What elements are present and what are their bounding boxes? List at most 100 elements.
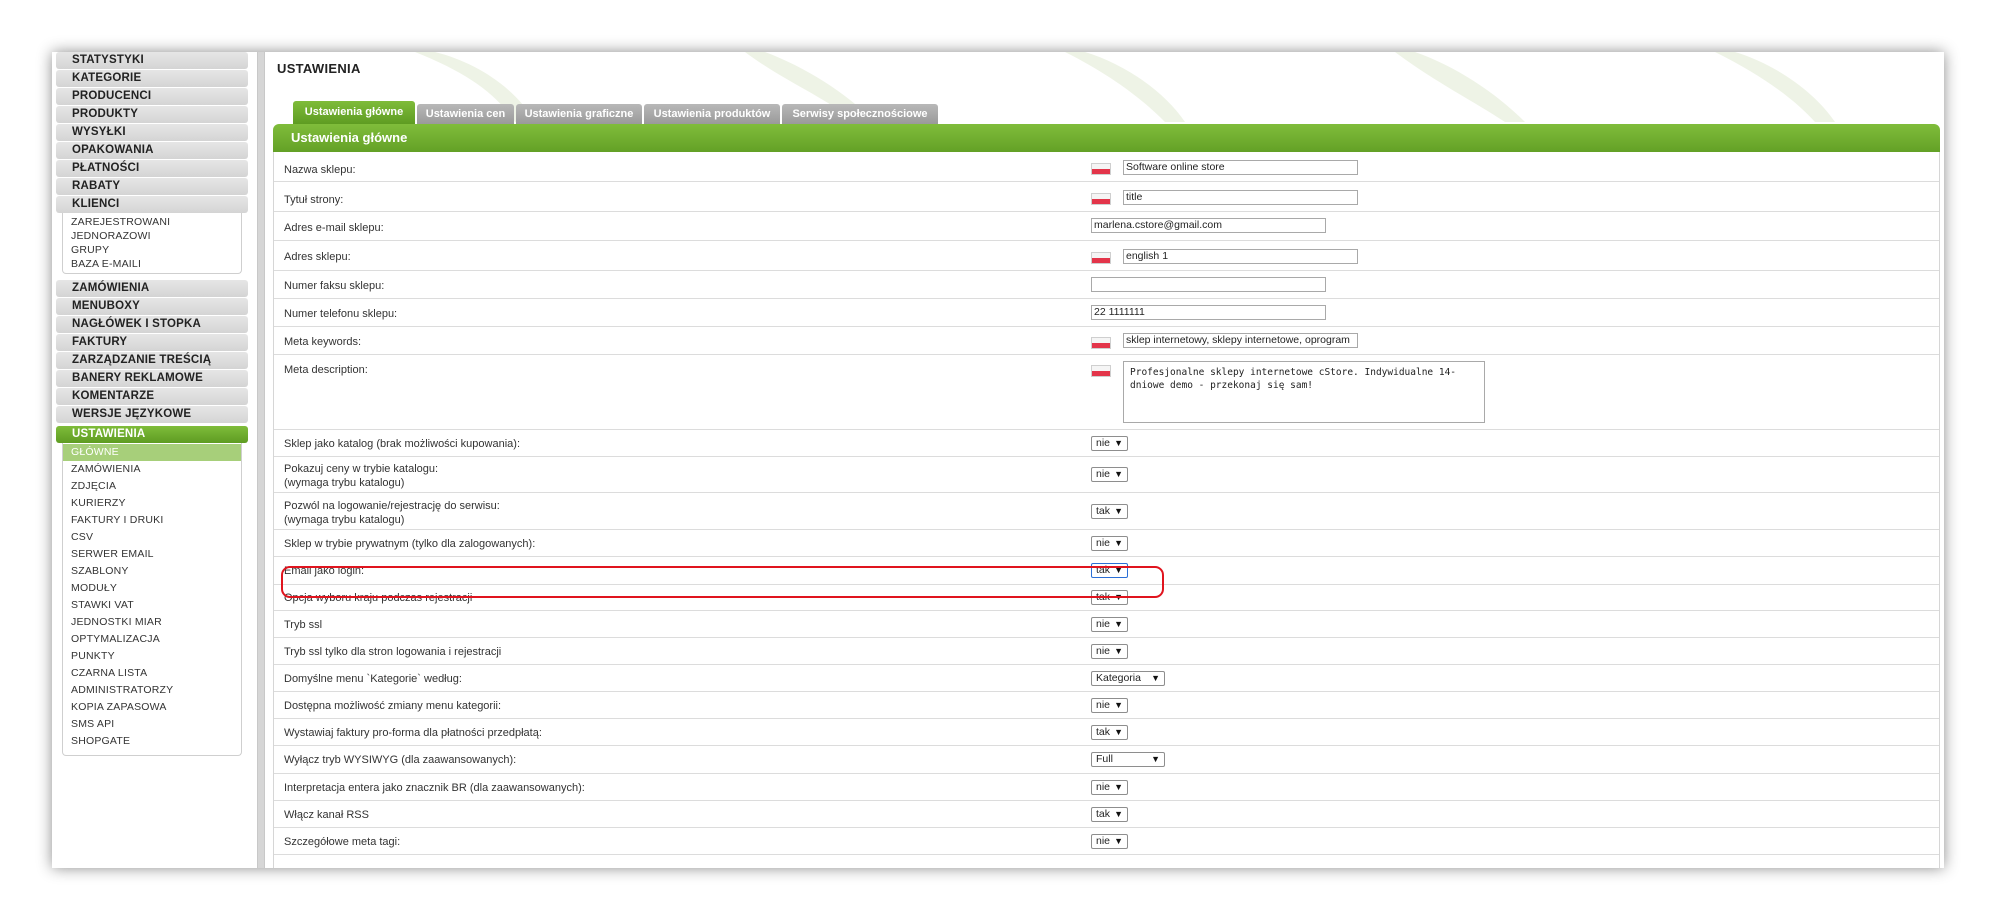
setting-row-shop-name: Nazwa sklepu: Software online store bbox=[274, 152, 1939, 182]
tab-ustawienia-produktow[interactable]: Ustawienia produktów bbox=[644, 104, 780, 124]
sidebar-section-komentarze[interactable]: KOMENTARZE bbox=[56, 388, 248, 405]
setting-row-meta-description: Meta description: Profesjonalne sklepy i… bbox=[274, 355, 1939, 430]
app-window: STATYSTYKI KATEGORIE PRODUCENCI PRODUKTY… bbox=[52, 52, 1944, 868]
ssl-select[interactable]: nie ▼ bbox=[1091, 617, 1128, 632]
chevron-down-icon: ▼ bbox=[1114, 836, 1123, 846]
sidebar-item-stawki-vat[interactable]: STAWKI VAT bbox=[63, 597, 241, 614]
sidebar-section-opakowania[interactable]: OPAKOWANIA bbox=[56, 142, 248, 159]
sidebar-section-kategorie[interactable]: KATEGORIE bbox=[56, 70, 248, 87]
setting-label: Tryb ssl bbox=[284, 619, 323, 631]
sidebar-item-zdjecia[interactable]: ZDJĘCIA bbox=[63, 478, 241, 495]
ssl-login-only-select[interactable]: nie ▼ bbox=[1091, 644, 1128, 659]
country-choice-select[interactable]: tak ▼ bbox=[1091, 590, 1128, 605]
sidebar-item-zarejestrowani[interactable]: ZAREJESTROWANI bbox=[63, 215, 241, 229]
tab-ustawienia-cen[interactable]: Ustawienia cen bbox=[417, 104, 514, 124]
setting-row-rss: Włącz kanał RSS tak ▼ bbox=[274, 801, 1939, 828]
select-value: nie bbox=[1096, 835, 1111, 847]
setting-row-default-menu: Domyślne menu `Kategorie` według: Katego… bbox=[274, 665, 1939, 692]
sidebar-item-shopgate[interactable]: SHOPGATE bbox=[63, 733, 241, 750]
catalog-prices-select[interactable]: nie ▼ bbox=[1091, 467, 1128, 482]
select-value: nie bbox=[1096, 537, 1111, 549]
sidebar-item-punkty[interactable]: PUNKTY bbox=[63, 648, 241, 665]
select-value: nie bbox=[1096, 468, 1111, 480]
default-menu-select[interactable]: Kategoria ▼ bbox=[1091, 671, 1165, 686]
sidebar-section-platnosci[interactable]: PŁATNOŚCI bbox=[56, 160, 248, 177]
shop-name-input[interactable]: Software online store bbox=[1123, 160, 1358, 175]
setting-label: Sklep w trybie prywatnym (tylko dla zalo… bbox=[284, 538, 536, 550]
sidebar-item-szablony[interactable]: SZABLONY bbox=[63, 563, 241, 580]
sidebar-section-faktury[interactable]: FAKTURY bbox=[56, 334, 248, 351]
meta-keywords-input[interactable]: sklep internetowy, sklepy internetowe, o… bbox=[1123, 333, 1358, 348]
sidebar-item-jednostki-miar[interactable]: JEDNOSTKI MIAR bbox=[63, 614, 241, 631]
sidebar-klienci-submenu: ZAREJESTROWANI JEDNORAZOWI GRUPY BAZA E-… bbox=[62, 213, 242, 274]
setting-row-email: Adres e-mail sklepu: marlena.cstore@gmai… bbox=[274, 212, 1939, 241]
sidebar-section-zamowienia[interactable]: ZAMÓWIENIA bbox=[56, 280, 248, 297]
sidebar-section-wersje-jezykowe[interactable]: WERSJE JĘZYKOWE bbox=[56, 406, 248, 423]
sidebar-item-zamowienia[interactable]: ZAMÓWIENIA bbox=[63, 461, 241, 478]
sidebar-item-jednorazowi[interactable]: JEDNORAZOWI bbox=[63, 229, 241, 243]
select-value: tak bbox=[1096, 808, 1111, 820]
select-value: Kategoria bbox=[1096, 672, 1141, 684]
sidebar-section-zarzadzanie-trescia[interactable]: ZARZĄDZANIE TREŚCIĄ bbox=[56, 352, 248, 369]
setting-label: Sklep jako katalog (brak możliwości kupo… bbox=[284, 438, 520, 450]
setting-label: Meta description: bbox=[284, 364, 368, 376]
sidebar-item-administratorzy[interactable]: ADMINISTRATORZY bbox=[63, 682, 241, 699]
sidebar-item-moduly[interactable]: MODUŁY bbox=[63, 580, 241, 597]
sidebar-section-banery-reklamowe[interactable]: BANERY REKLAMOWE bbox=[56, 370, 248, 387]
tab-ustawienia-graficzne[interactable]: Ustawienia graficzne bbox=[516, 104, 642, 124]
setting-row-email-as-login: Email jako login: tak ▼ bbox=[274, 557, 1939, 585]
sidebar-item-optymalizacja[interactable]: OPTYMALIZACJA bbox=[63, 631, 241, 648]
setting-row-meta-keywords: Meta keywords: sklep internetowy, sklepy… bbox=[274, 327, 1939, 355]
sidebar-section-producenci[interactable]: PRODUCENCI bbox=[56, 88, 248, 105]
flag-pl-icon bbox=[1091, 337, 1111, 349]
page-title-input[interactable]: title bbox=[1123, 190, 1358, 205]
menu-change-select[interactable]: nie ▼ bbox=[1091, 698, 1128, 713]
sidebar-item-kopia-zapasowa[interactable]: KOPIA ZAPASOWA bbox=[63, 699, 241, 716]
setting-label-line: Pozwól na logowanie/rejestrację do serwi… bbox=[284, 500, 500, 512]
sidebar-item-kurierzy[interactable]: KURIERZY bbox=[63, 495, 241, 512]
catalog-mode-select[interactable]: nie ▼ bbox=[1091, 436, 1128, 451]
sidebar-section-klienci[interactable]: KLIENCI bbox=[56, 196, 248, 213]
email-input[interactable]: marlena.cstore@gmail.com bbox=[1091, 218, 1326, 233]
address-input[interactable]: english 1 bbox=[1123, 249, 1358, 264]
sidebar-section-wysylki[interactable]: WYSYŁKI bbox=[56, 124, 248, 141]
sidebar-item-baza-emaili[interactable]: BAZA E-MAILI bbox=[63, 257, 241, 271]
sidebar-divider[interactable] bbox=[257, 52, 265, 868]
sidebar-section-naglowek-i-stopka[interactable]: NAGŁÓWEK I STOPKA bbox=[56, 316, 248, 333]
sidebar-section-menuboxy[interactable]: MENUBOXY bbox=[56, 298, 248, 315]
sidebar-section-statystyki[interactable]: STATYSTYKI bbox=[56, 52, 248, 69]
sidebar-item-serwer-email[interactable]: SERWER EMAIL bbox=[63, 546, 241, 563]
main-content: USTAWIENIA Ustawienia główne Ustawienia … bbox=[265, 52, 1944, 868]
sidebar-item-sms-api[interactable]: SMS API bbox=[63, 716, 241, 733]
flag-pl-icon bbox=[1091, 163, 1111, 175]
setting-row-enter-br: Interpretacja entera jako znacznik BR (d… bbox=[274, 774, 1939, 801]
email-as-login-select[interactable]: tak ▼ bbox=[1091, 563, 1128, 578]
sidebar-item-faktury-i-druki[interactable]: FAKTURY I DRUKI bbox=[63, 512, 241, 529]
phone-input[interactable]: 22 1111111 bbox=[1091, 305, 1326, 320]
proforma-select[interactable]: tak ▼ bbox=[1091, 725, 1128, 740]
sidebar-section-ustawienia[interactable]: USTAWIENIA bbox=[56, 426, 248, 443]
sidebar-item-grupy[interactable]: GRUPY bbox=[63, 243, 241, 257]
sidebar-section-produkty[interactable]: PRODUKTY bbox=[56, 106, 248, 123]
meta-description-textarea[interactable]: Profesjonalne sklepy internetowe cStore.… bbox=[1123, 361, 1485, 423]
setting-row-ssl: Tryb ssl nie ▼ bbox=[274, 611, 1939, 638]
private-mode-select[interactable]: nie ▼ bbox=[1091, 536, 1128, 551]
chevron-down-icon: ▼ bbox=[1114, 646, 1123, 656]
allow-login-select[interactable]: tak ▼ bbox=[1091, 504, 1128, 519]
tab-ustawienia-glowne[interactable]: Ustawienia główne bbox=[293, 101, 415, 124]
sidebar-section-rabaty[interactable]: RABATY bbox=[56, 178, 248, 195]
setting-label: Adres e-mail sklepu: bbox=[284, 222, 384, 234]
enter-br-select[interactable]: nie ▼ bbox=[1091, 780, 1128, 795]
select-value: nie bbox=[1096, 618, 1111, 630]
sidebar-item-czarna-lista[interactable]: CZARNA LISTA bbox=[63, 665, 241, 682]
wysiwyg-select[interactable]: Full ▼ bbox=[1091, 752, 1165, 767]
sidebar-item-csv[interactable]: CSV bbox=[63, 529, 241, 546]
fax-input[interactable] bbox=[1091, 277, 1326, 292]
rss-select[interactable]: tak ▼ bbox=[1091, 807, 1128, 822]
sidebar-item-glowne[interactable]: GŁÓWNE bbox=[63, 444, 241, 461]
tab-serwisy-spolecznosciowe[interactable]: Serwisy społecznościowe bbox=[782, 104, 938, 124]
meta-tags-select[interactable]: nie ▼ bbox=[1091, 834, 1128, 849]
flag-pl-icon bbox=[1091, 365, 1111, 377]
setting-label: Włącz kanał RSS bbox=[284, 809, 369, 821]
chevron-down-icon: ▼ bbox=[1114, 727, 1123, 737]
